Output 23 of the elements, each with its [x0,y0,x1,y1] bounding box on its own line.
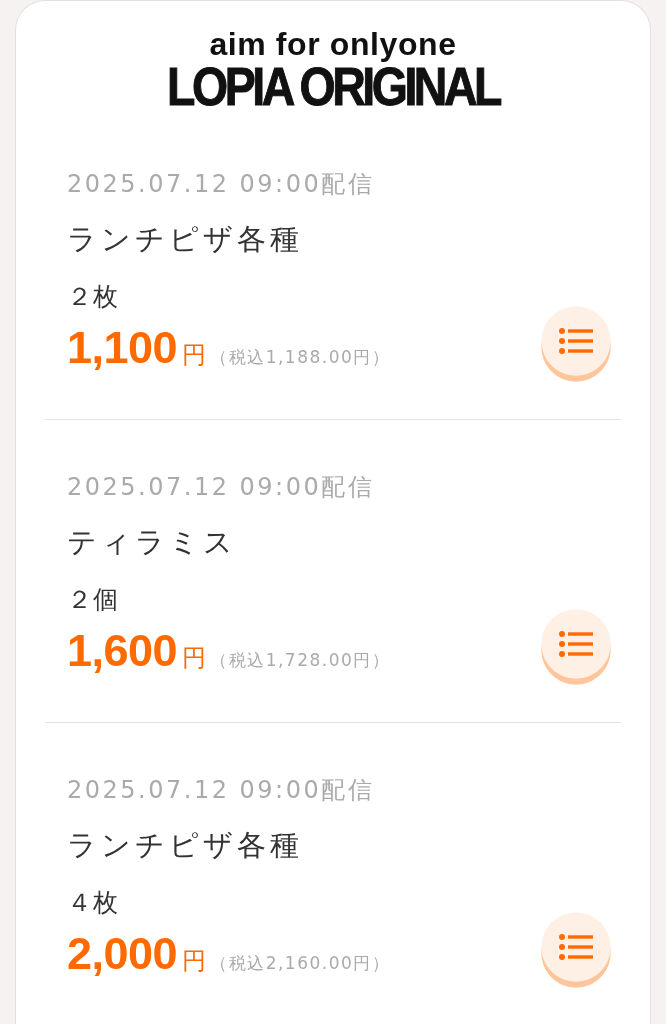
list-icon [559,631,593,657]
price-amount: 1,600 [67,626,178,676]
quantity-label: ２個 [67,585,119,615]
tax-included-price: （税込2,160.00円） [210,952,391,975]
tax-included-price: （税込1,188.00円） [210,346,391,369]
logo-tagline: aim for onlyone [209,25,457,63]
currency-unit: 円 [182,643,207,674]
logo-wordmark: LOPIA ORIGINAL [167,63,499,109]
list-icon [559,328,593,354]
price-amount: 1,100 [67,323,178,373]
tax-included-price: （税込1,728.00円） [210,649,391,672]
delivery-date: 2025.07.12 09:00配信 [67,169,375,199]
product-name: ランチピザ各種 [67,827,303,863]
currency-unit: 円 [182,340,207,371]
quantity-label: ４枚 [67,888,119,918]
product-name: ティラミス [67,524,237,560]
currency-unit: 円 [182,946,207,977]
delivery-date: 2025.07.12 09:00配信 [67,775,375,805]
list-icon [559,934,593,960]
delivery-date: 2025.07.12 09:00配信 [67,472,375,502]
quantity-label: ２枚 [67,282,119,312]
price-amount: 2,000 [67,929,178,979]
product-name: ランチピザ各種 [67,221,303,257]
